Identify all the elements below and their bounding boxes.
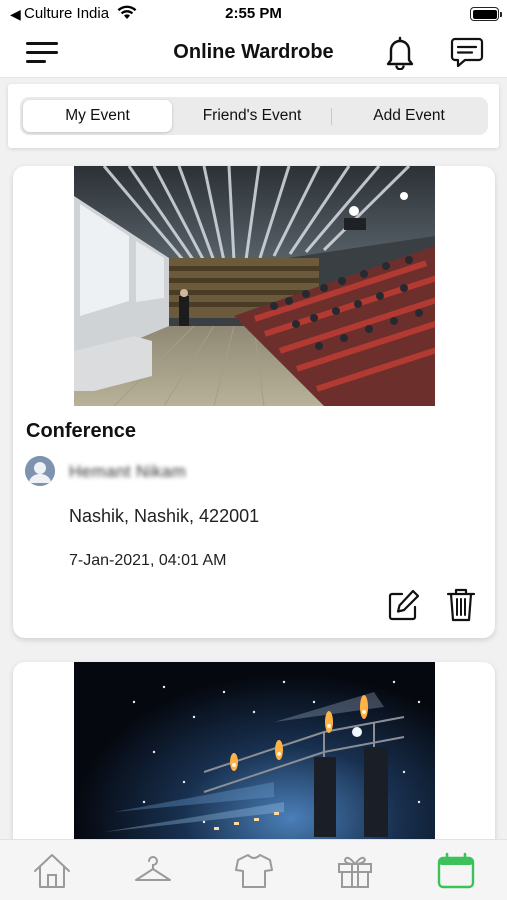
trash-icon[interactable] xyxy=(446,587,476,628)
avatar xyxy=(25,456,55,486)
clock: 2:55 PM xyxy=(225,5,282,22)
status-bar: ◀ Culture India 2:55 PM xyxy=(0,0,507,28)
gift-icon[interactable] xyxy=(335,852,375,895)
event-tabs-panel: My Event Friend's Event Add Event xyxy=(8,84,499,148)
hanger-icon[interactable] xyxy=(133,852,173,895)
event-title: Conference xyxy=(26,420,137,442)
conference-hall-photo xyxy=(74,166,435,406)
event-owner-name: Hemant Nikam xyxy=(69,462,187,481)
tab-separator xyxy=(331,108,332,125)
bottom-nav xyxy=(0,839,507,900)
event-datetime: 7-Jan-2021, 04:01 AM xyxy=(69,552,227,569)
edit-icon[interactable] xyxy=(387,588,421,627)
app-screen: ◀ Culture India 2:55 PM Online Wardrobe xyxy=(0,0,507,900)
shirt-icon[interactable] xyxy=(234,852,274,895)
event-tabs: My Event Friend's Event Add Event xyxy=(20,97,488,135)
home-icon[interactable] xyxy=(32,852,72,895)
tab-add-event[interactable]: Add Event xyxy=(333,100,485,132)
battery-cap xyxy=(500,12,502,17)
chat-icon[interactable] xyxy=(450,36,484,75)
tab-my-event[interactable]: My Event xyxy=(23,100,172,132)
event-location: Nashik, Nashik, 422001 xyxy=(69,506,260,526)
calendar-icon[interactable] xyxy=(436,852,476,895)
event-card[interactable]: Conference Hemant Nikam Nashik, Nashik, … xyxy=(13,166,495,638)
bell-icon[interactable] xyxy=(384,36,416,75)
app-header: Online Wardrobe xyxy=(0,28,507,78)
tab-friends-event[interactable]: Friend's Event xyxy=(176,100,328,132)
battery-icon xyxy=(470,7,499,21)
page-title: Online Wardrobe xyxy=(173,41,334,63)
